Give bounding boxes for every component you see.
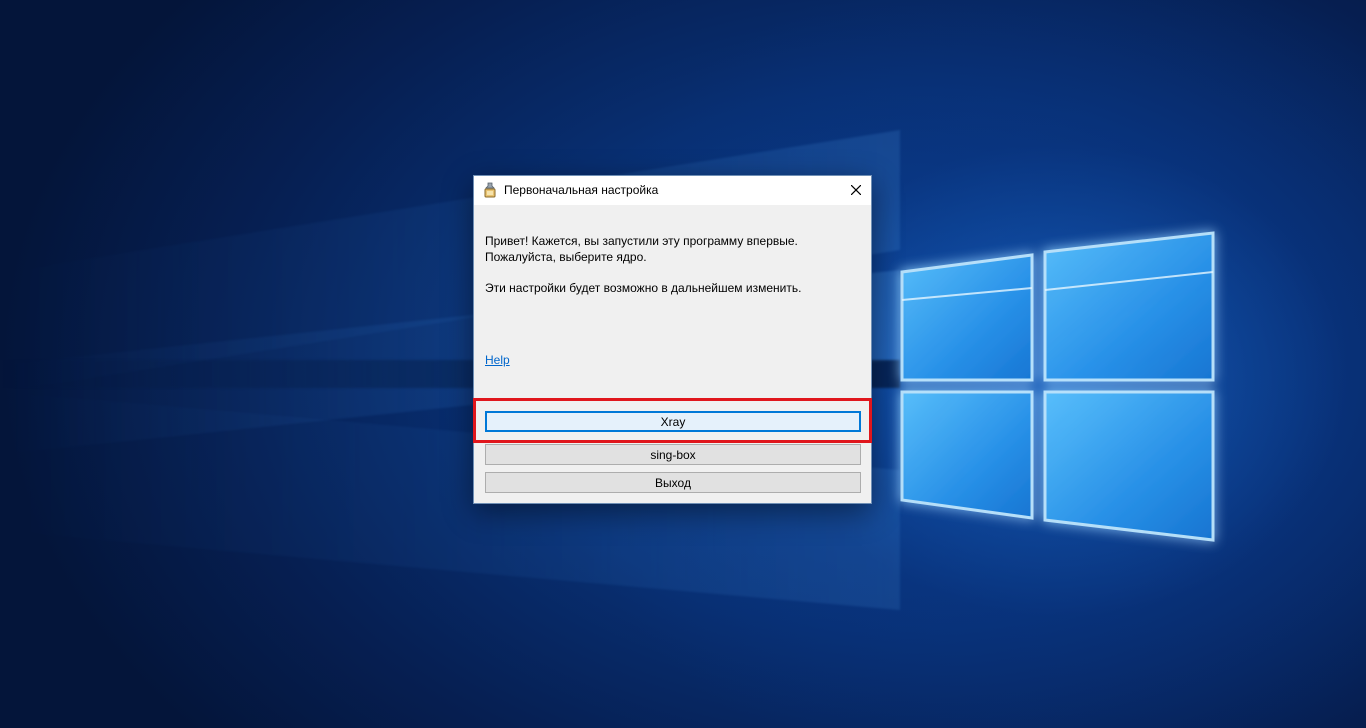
sing-box-button[interactable]: sing-box (485, 444, 861, 465)
close-button[interactable] (841, 176, 871, 205)
exit-button[interactable]: Выход (485, 472, 861, 493)
initial-setup-dialog: Первоначальная настройка Привет! Кажется… (473, 175, 872, 504)
xray-button[interactable]: Xray (485, 411, 861, 432)
close-icon (850, 182, 862, 200)
dialog-titlebar: Первоначальная настройка (474, 176, 871, 205)
dialog-content: Привет! Кажется, вы запустили эту програ… (474, 205, 871, 503)
app-wrench-icon (482, 182, 498, 198)
welcome-message-line: Привет! Кажется, вы запустили эту програ… (485, 234, 798, 248)
help-link[interactable]: Help (485, 353, 510, 367)
choose-core-message-line: Пожалуйста, выберите ядро. (485, 250, 647, 264)
settings-note-message-line: Эти настройки будет возможно в дальнейше… (485, 281, 802, 295)
dialog-title: Первоначальная настройка (504, 183, 659, 197)
